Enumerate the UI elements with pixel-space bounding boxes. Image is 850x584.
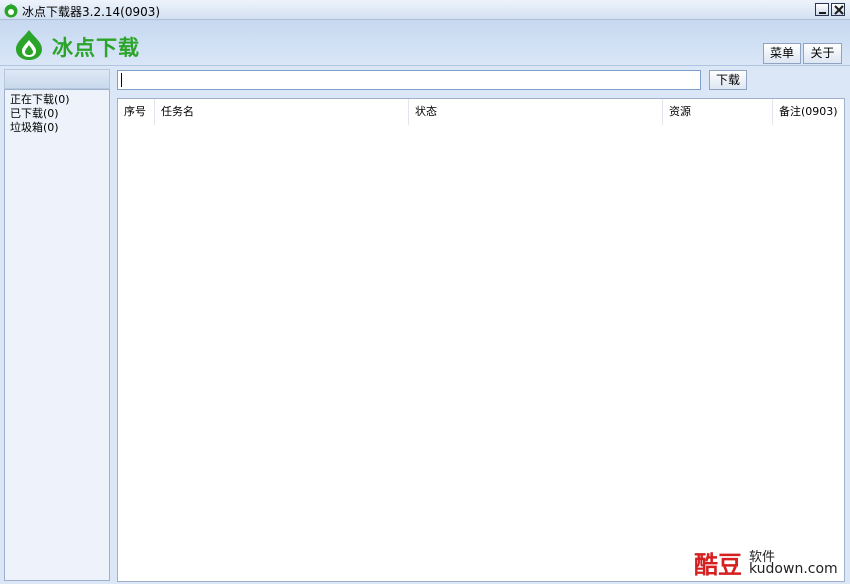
- text-caret: [121, 73, 122, 87]
- close-icon: [834, 5, 844, 15]
- sidebar-header-strip: [4, 69, 110, 89]
- column-header-source[interactable]: 资源: [663, 99, 773, 125]
- close-button[interactable]: [831, 3, 845, 16]
- minimize-icon: [819, 12, 826, 14]
- app-logo-icon: [4, 3, 18, 18]
- sidebar-item-downloaded[interactable]: 已下载(0): [5, 107, 109, 121]
- task-table: 序号 任务名 状态 资源 备注(0903): [117, 98, 845, 582]
- sidebar: 正在下载(0) 已下载(0) 垃圾箱(0): [4, 89, 110, 581]
- title-bar: 冰点下载器3.2.14(0903): [0, 0, 850, 20]
- window-title: 冰点下载器3.2.14(0903): [22, 5, 161, 19]
- menu-button[interactable]: 菜单: [763, 43, 801, 64]
- url-input[interactable]: [117, 70, 701, 90]
- column-header-status[interactable]: 状态: [409, 99, 663, 125]
- watermark: 酷豆 软件 kudown.com: [694, 545, 844, 579]
- sidebar-item-downloading[interactable]: 正在下载(0): [5, 93, 109, 107]
- download-button[interactable]: 下载: [709, 70, 747, 90]
- drop-leaf-logo-icon: [16, 30, 42, 60]
- app-header: 冰点下载: [0, 20, 850, 66]
- watermark-url: kudown.com: [749, 561, 838, 577]
- column-header-index[interactable]: 序号: [118, 99, 155, 125]
- watermark-logo-text: 酷豆: [694, 551, 742, 579]
- about-button[interactable]: 关于: [803, 43, 842, 64]
- minimize-button[interactable]: [815, 3, 829, 16]
- column-header-task-name[interactable]: 任务名: [155, 99, 409, 125]
- sidebar-item-trash[interactable]: 垃圾箱(0): [5, 121, 109, 135]
- logo-text: 冰点下载: [52, 36, 140, 60]
- column-header-note[interactable]: 备注(0903): [773, 99, 844, 125]
